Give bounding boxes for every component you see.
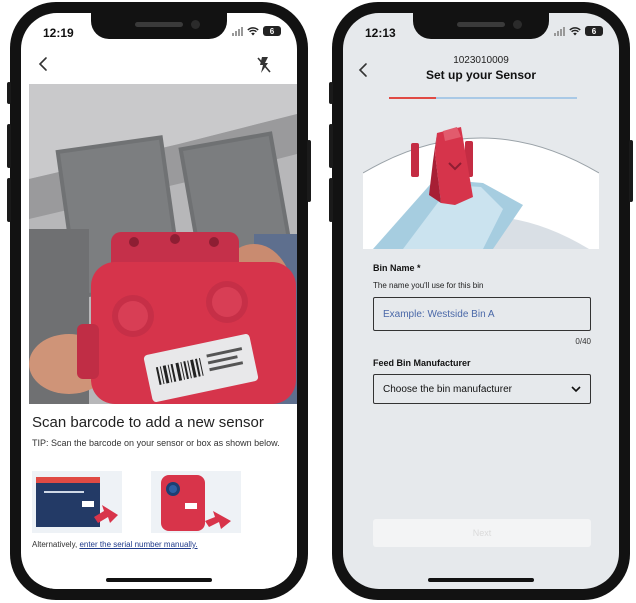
bin-name-input[interactable]: [373, 297, 591, 331]
power-button: [307, 140, 311, 202]
wifi-icon: [569, 26, 581, 35]
notch: [413, 13, 549, 39]
setup-progress-fill: [389, 97, 436, 99]
mute-switch: [7, 82, 11, 104]
battery-icon: 6: [585, 26, 603, 36]
home-indicator[interactable]: [106, 578, 212, 582]
setup-progress-bar: [389, 97, 577, 99]
manufacturer-select-value: Choose the bin manufacturer: [383, 383, 512, 395]
camera-viewfinder[interactable]: [29, 84, 297, 404]
mute-switch: [329, 82, 333, 104]
speaker: [135, 22, 183, 27]
scan-title: Scan barcode to add a new sensor: [32, 414, 264, 431]
bin-name-label: Bin Name *: [373, 263, 421, 273]
manufacturer-label: Feed Bin Manufacturer: [373, 358, 471, 368]
battery-icon: 6: [263, 26, 281, 36]
bin-name-help: The name you'll use for this bin: [373, 281, 484, 290]
next-button[interactable]: Next: [373, 519, 591, 547]
status-icons: 6: [232, 26, 281, 36]
left-phone-frame: 12:19 6 Scan barcode to add a new sensor…: [7, 2, 311, 600]
home-indicator[interactable]: [428, 578, 534, 582]
sensor-mount-illustration: [363, 127, 599, 249]
signal-icon: [554, 26, 565, 36]
chevron-down-icon: [571, 385, 581, 392]
signal-icon: [232, 26, 243, 36]
volume-down-button: [329, 178, 333, 222]
scan-instructions-panel: Scan barcode to add a new sensor TIP: Sc…: [29, 405, 297, 589]
volume-up-button: [7, 124, 11, 168]
scan-screen: 12:19 6 Scan barcode to add a new sensor…: [21, 13, 297, 589]
manufacturer-select[interactable]: Choose the bin manufacturer: [373, 374, 591, 404]
bin-name-char-count: 0/40: [575, 337, 591, 346]
power-button: [629, 140, 633, 202]
manual-entry-link[interactable]: enter the serial number manually.: [79, 540, 197, 549]
status-time: 12:19: [43, 26, 74, 40]
scan-tip: TIP: Scan the barcode on your sensor or …: [32, 438, 280, 448]
page-title: Set up your Sensor: [425, 68, 537, 82]
sensor-serial-number: 1023010009: [453, 55, 509, 66]
camera-feed-image: [29, 84, 297, 404]
right-phone-frame: 12:13 6 1023010009 Set up your Sensor Bi…: [329, 2, 633, 600]
flash-off-icon[interactable]: [255, 55, 273, 75]
manual-entry-line: Alternatively, enter the serial number m…: [32, 540, 198, 549]
notch: [91, 13, 227, 39]
status-time: 12:13: [365, 26, 396, 40]
sensor-barcode-illustration: [151, 471, 241, 533]
volume-up-button: [329, 124, 333, 168]
wifi-icon: [247, 26, 259, 35]
volume-down-button: [7, 178, 11, 222]
speaker: [457, 22, 505, 27]
front-camera: [191, 20, 200, 29]
box-barcode-illustration: [32, 471, 122, 533]
chevron-left-icon[interactable]: [35, 55, 53, 73]
status-icons: 6: [554, 26, 603, 36]
front-camera: [513, 20, 522, 29]
alt-prefix: Alternatively,: [32, 540, 78, 549]
setup-screen: 12:13 6 1023010009 Set up your Sensor Bi…: [343, 13, 619, 589]
